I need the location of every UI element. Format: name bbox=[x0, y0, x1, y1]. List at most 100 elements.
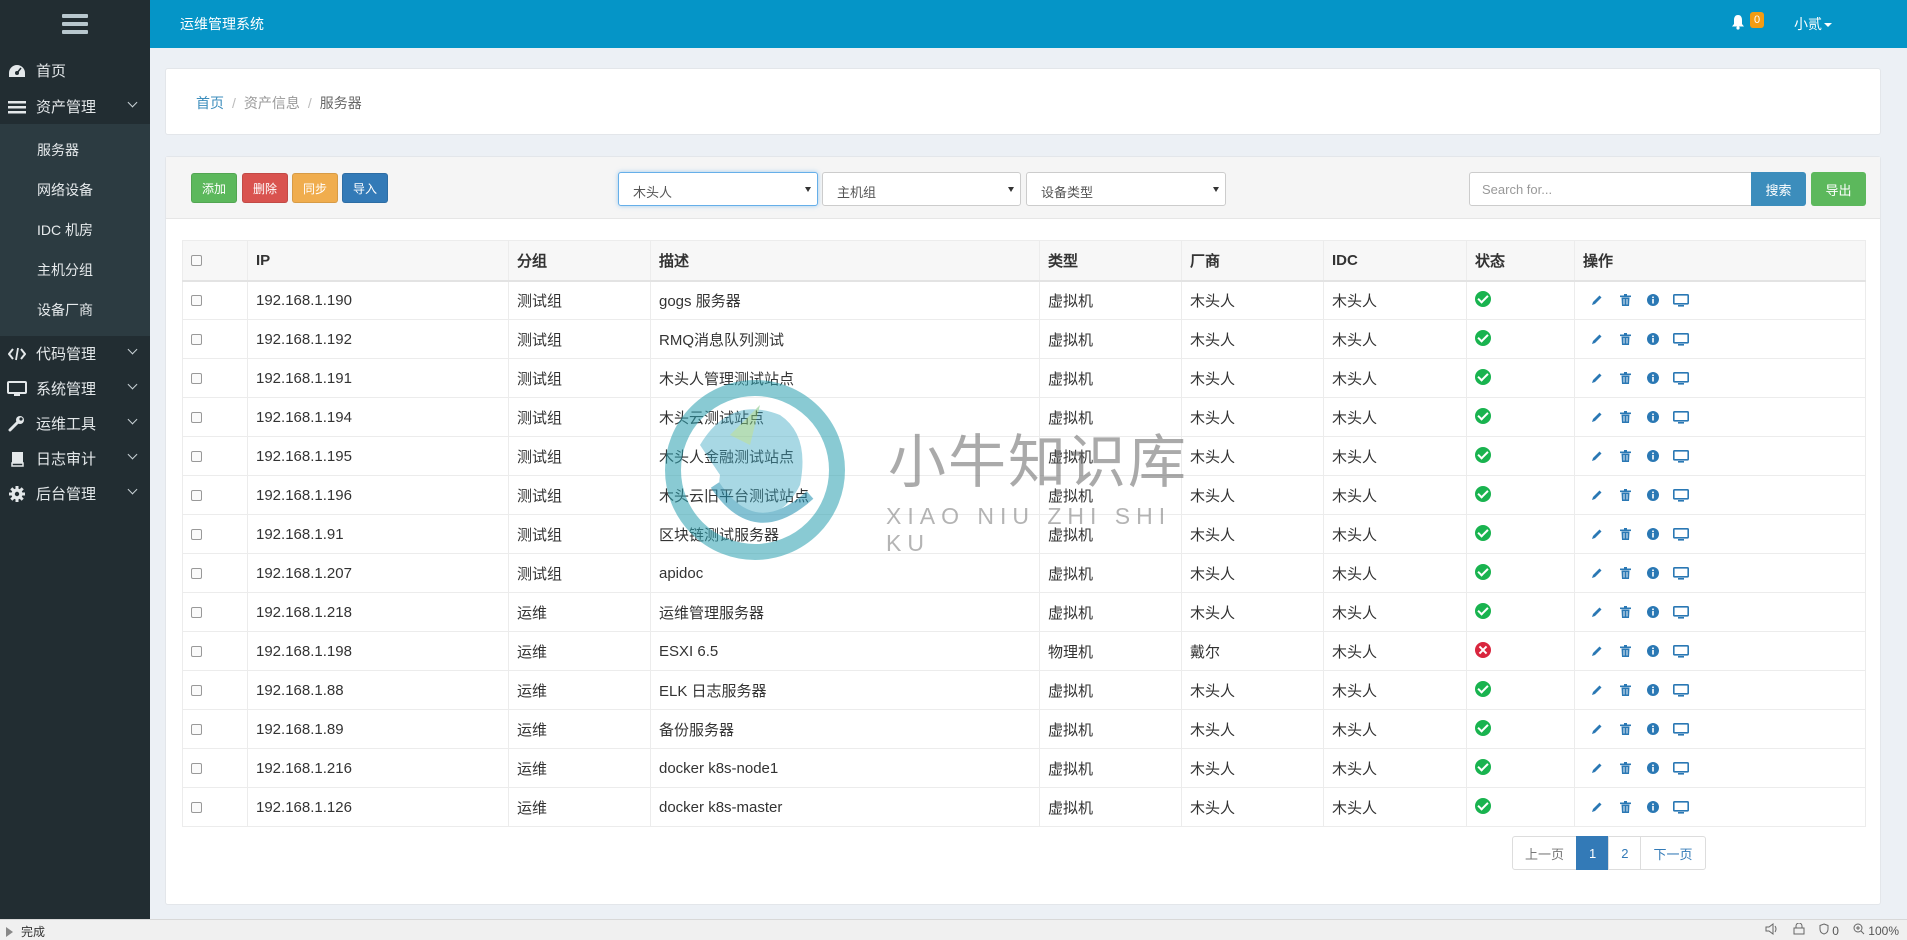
monitor-icon[interactable] bbox=[1667, 329, 1695, 349]
sidebar-toggle[interactable] bbox=[0, 0, 150, 47]
info-icon[interactable] bbox=[1639, 641, 1667, 661]
monitor-icon[interactable] bbox=[1667, 641, 1695, 661]
row-checkbox[interactable] bbox=[191, 373, 202, 385]
vendor-select[interactable]: 木头人 bbox=[618, 172, 818, 206]
monitor-icon[interactable] bbox=[1667, 758, 1695, 778]
info-icon[interactable] bbox=[1639, 602, 1667, 622]
edit-icon[interactable] bbox=[1583, 563, 1611, 583]
sidebar-subitem-vendor[interactable]: 设备厂商 bbox=[0, 290, 150, 330]
hostgroup-select[interactable]: 主机组 bbox=[822, 172, 1021, 206]
user-menu[interactable]: 小贰 bbox=[1794, 14, 1832, 34]
row-checkbox[interactable] bbox=[191, 763, 202, 775]
menu-icon[interactable] bbox=[62, 13, 88, 34]
sidebar-item-code[interactable]: 代码管理 bbox=[0, 336, 150, 371]
row-checkbox[interactable] bbox=[191, 334, 202, 346]
trash-icon[interactable] bbox=[1611, 563, 1639, 583]
app-title[interactable]: 运维管理系统 bbox=[180, 14, 264, 34]
table-row[interactable]: 192.168.1.218 运维 运维管理服务器 虚拟机 木头人 木头人 bbox=[182, 592, 1866, 632]
delete-button[interactable]: 删除 bbox=[242, 173, 288, 203]
trash-icon[interactable] bbox=[1611, 446, 1639, 466]
monitor-icon[interactable] bbox=[1667, 290, 1695, 310]
table-row[interactable]: 192.168.1.196 测试组 木头云旧平台测试站点 虚拟机 木头人 木头人 bbox=[182, 475, 1866, 515]
edit-icon[interactable] bbox=[1583, 797, 1611, 817]
monitor-icon[interactable] bbox=[1667, 524, 1695, 544]
table-row[interactable]: 192.168.1.191 测试组 木头人管理测试站点 虚拟机 木头人 木头人 bbox=[182, 358, 1866, 398]
row-checkbox[interactable] bbox=[191, 412, 202, 424]
table-row[interactable]: 192.168.1.194 测试组 木头云测试站点 虚拟机 木头人 木头人 bbox=[182, 397, 1866, 437]
table-row[interactable]: 192.168.1.198 运维 ESXI 6.5 物理机 戴尔 木头人 bbox=[182, 631, 1866, 671]
trash-icon[interactable] bbox=[1611, 602, 1639, 622]
edit-icon[interactable] bbox=[1583, 407, 1611, 427]
trash-icon[interactable] bbox=[1611, 797, 1639, 817]
trash-icon[interactable] bbox=[1611, 290, 1639, 310]
row-checkbox[interactable] bbox=[191, 646, 202, 658]
monitor-icon[interactable] bbox=[1667, 719, 1695, 739]
table-row[interactable]: 192.168.1.88 运维 ELK 日志服务器 虚拟机 木头人 木头人 bbox=[182, 670, 1866, 710]
edit-icon[interactable] bbox=[1583, 446, 1611, 466]
search-input[interactable]: Search for... bbox=[1469, 172, 1752, 206]
sidebar-item-home[interactable]: 首页 bbox=[0, 52, 150, 89]
device-type-select[interactable]: 设备类型 bbox=[1026, 172, 1226, 206]
trash-icon[interactable] bbox=[1611, 719, 1639, 739]
info-icon[interactable] bbox=[1639, 758, 1667, 778]
bell-icon[interactable] bbox=[1731, 14, 1747, 30]
select-all-checkbox[interactable] bbox=[191, 255, 202, 267]
row-checkbox[interactable] bbox=[191, 568, 202, 580]
sidebar-subitem-network[interactable]: 网络设备 bbox=[0, 170, 150, 210]
info-icon[interactable] bbox=[1639, 329, 1667, 349]
trash-icon[interactable] bbox=[1611, 758, 1639, 778]
info-icon[interactable] bbox=[1639, 563, 1667, 583]
row-checkbox[interactable] bbox=[191, 529, 202, 541]
trash-icon[interactable] bbox=[1611, 485, 1639, 505]
monitor-icon[interactable] bbox=[1667, 602, 1695, 622]
sidebar-item-admin[interactable]: 后台管理 bbox=[0, 476, 150, 511]
info-icon[interactable] bbox=[1639, 407, 1667, 427]
table-row[interactable]: 192.168.1.195 测试组 木头人金融测试站点 虚拟机 木头人 木头人 bbox=[182, 436, 1866, 476]
table-row[interactable]: 192.168.1.192 测试组 RMQ消息队列测试 虚拟机 木头人 木头人 bbox=[182, 319, 1866, 359]
zoom-indicator[interactable]: 100% bbox=[1853, 923, 1899, 938]
edit-icon[interactable] bbox=[1583, 329, 1611, 349]
trash-icon[interactable] bbox=[1611, 641, 1639, 661]
import-button[interactable]: 导入 bbox=[342, 173, 388, 203]
info-icon[interactable] bbox=[1639, 290, 1667, 310]
sync-button[interactable]: 同步 bbox=[292, 173, 338, 203]
add-button[interactable]: 添加 bbox=[191, 173, 237, 203]
table-row[interactable]: 192.168.1.207 测试组 apidoc 虚拟机 木头人 木头人 bbox=[182, 553, 1866, 593]
lock-icon[interactable] bbox=[1793, 922, 1805, 938]
row-checkbox[interactable] bbox=[191, 295, 202, 307]
notification-badge[interactable]: 0 bbox=[1750, 12, 1765, 28]
monitor-icon[interactable] bbox=[1667, 446, 1695, 466]
sidebar-item-asset[interactable]: 资产管理 bbox=[0, 89, 150, 124]
info-icon[interactable] bbox=[1639, 680, 1667, 700]
edit-icon[interactable] bbox=[1583, 758, 1611, 778]
row-checkbox[interactable] bbox=[191, 451, 202, 463]
page-1-button[interactable]: 1 bbox=[1576, 836, 1610, 870]
edit-icon[interactable] bbox=[1583, 290, 1611, 310]
search-button[interactable]: 搜索 bbox=[1751, 172, 1806, 206]
info-icon[interactable] bbox=[1639, 797, 1667, 817]
speaker-icon[interactable] bbox=[1765, 923, 1779, 938]
table-row[interactable]: 192.168.1.126 运维 docker k8s-master 虚拟机 木头人 木头… bbox=[182, 787, 1866, 827]
sidebar-item-audit[interactable]: 日志审计 bbox=[0, 441, 150, 476]
breadcrumb-info[interactable]: 资产信息 bbox=[244, 95, 300, 111]
trash-icon[interactable] bbox=[1611, 680, 1639, 700]
row-checkbox[interactable] bbox=[191, 724, 202, 736]
monitor-icon[interactable] bbox=[1667, 368, 1695, 388]
trash-icon[interactable] bbox=[1611, 329, 1639, 349]
sidebar-subitem-server[interactable]: 服务器 bbox=[0, 130, 150, 170]
edit-icon[interactable] bbox=[1583, 602, 1611, 622]
next-page-button[interactable]: 下一页 bbox=[1640, 836, 1706, 870]
breadcrumb-home[interactable]: 首页 bbox=[196, 95, 224, 111]
export-button[interactable]: 导出 bbox=[1811, 172, 1866, 206]
sidebar-subitem-idc[interactable]: IDC 机房 bbox=[0, 210, 150, 250]
sidebar-item-tools[interactable]: 运维工具 bbox=[0, 406, 150, 441]
monitor-icon[interactable] bbox=[1667, 563, 1695, 583]
info-icon[interactable] bbox=[1639, 485, 1667, 505]
sidebar-item-system[interactable]: 系统管理 bbox=[0, 371, 150, 406]
info-icon[interactable] bbox=[1639, 446, 1667, 466]
row-checkbox[interactable] bbox=[191, 490, 202, 502]
trash-icon[interactable] bbox=[1611, 368, 1639, 388]
edit-icon[interactable] bbox=[1583, 719, 1611, 739]
monitor-icon[interactable] bbox=[1667, 797, 1695, 817]
table-row[interactable]: 192.168.1.190 测试组 gogs 服务器 虚拟机 木头人 木头人 bbox=[182, 280, 1866, 320]
